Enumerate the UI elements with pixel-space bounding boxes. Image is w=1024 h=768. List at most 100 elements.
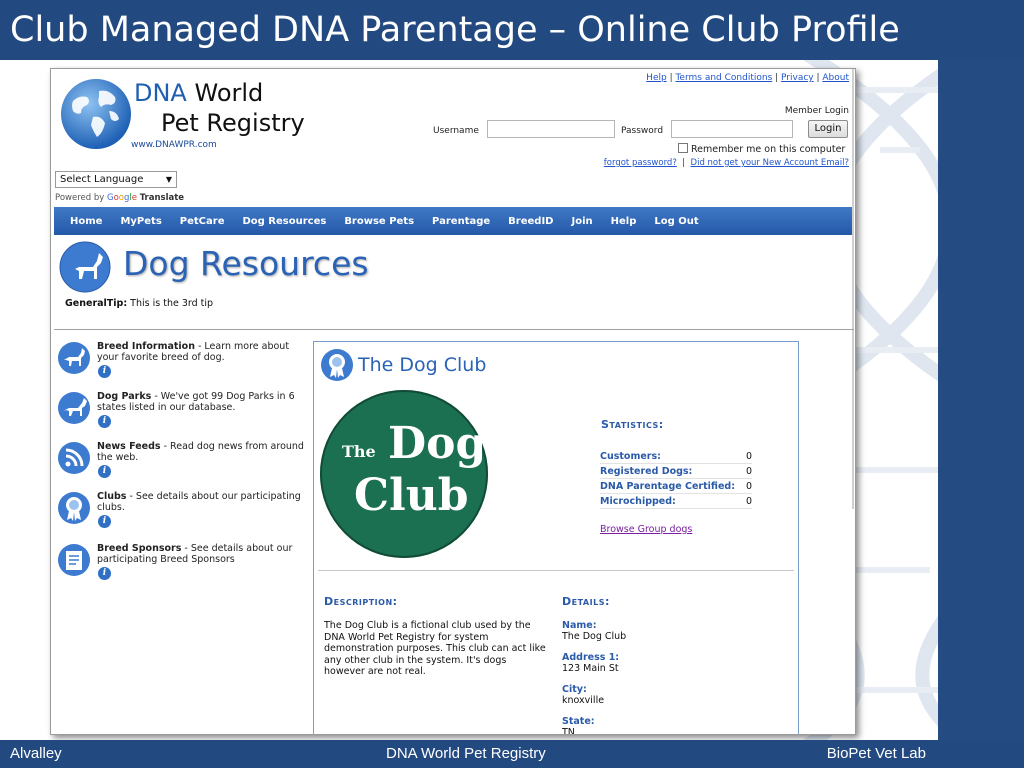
stat-value: 0 <box>745 451 752 462</box>
nav-join[interactable]: Join <box>571 216 592 227</box>
resource-news-feeds: News Feeds - Read dog news from around t… <box>57 441 305 491</box>
resource-dog-parks: Dog Parks - We've got 99 Dog Parks in 6 … <box>57 391 305 441</box>
logo-world-word: World <box>194 79 264 107</box>
stat-row: Customers: 0 <box>600 449 752 464</box>
scrollbar-track[interactable] <box>852 69 854 509</box>
footer-right: BioPet Vet Lab <box>826 745 926 762</box>
divider <box>318 570 794 571</box>
username-label: Username <box>433 126 479 136</box>
resource-link[interactable]: Breed Sponsors <box>97 543 181 554</box>
powered-by-google-translate: Powered by Google Translate <box>55 193 184 203</box>
nav-help[interactable]: Help <box>611 216 637 227</box>
tip-label: GeneralTip: <box>65 298 128 309</box>
club-details: Name: The Dog Club Address 1: 123 Main S… <box>562 620 762 734</box>
remember-me-label: Remember me on this computer <box>691 144 846 155</box>
no-account-email-link[interactable]: Did not get your New Account Email? <box>691 158 849 168</box>
rss-feed-icon <box>58 442 90 474</box>
detail-label: Name: <box>562 620 597 631</box>
powered-by-label: Powered by <box>55 193 105 203</box>
google-logo: Google <box>106 193 137 203</box>
stat-row: Microchipped: 0 <box>600 494 752 509</box>
ribbon-icon <box>58 492 90 524</box>
resource-desc: - See details about our participating cl… <box>97 491 301 513</box>
detail-value: knoxville <box>562 695 605 706</box>
statistics-table: Customers: 0 Registered Dogs: 0 DNA Parent… <box>600 449 752 509</box>
resource-link[interactable]: Clubs <box>97 491 126 502</box>
top-links: Help | Terms and Conditions | Privacy | … <box>646 73 849 83</box>
nav-breedid[interactable]: BreedID <box>508 216 553 227</box>
dropdown-arrow-icon: ▼ <box>165 175 172 184</box>
sponsor-certificate-icon <box>58 544 90 576</box>
terms-link[interactable]: Terms and Conditions <box>675 73 772 83</box>
stat-row: Registered Dogs: 0 <box>600 464 752 479</box>
resource-clubs: Clubs - See details about our participat… <box>57 491 305 541</box>
login-button[interactable]: Login <box>808 120 848 138</box>
nav-log-out[interactable]: Log Out <box>654 216 698 227</box>
detail-label: City: <box>562 684 587 695</box>
resource-text: News Feeds - Read dog news from around t… <box>97 441 307 463</box>
info-icon[interactable]: i <box>98 365 111 378</box>
resource-text: Breed Information - Learn more about you… <box>97 341 307 363</box>
detail-value: The Dog Club <box>562 631 627 642</box>
password-label: Password <box>621 126 664 136</box>
password-input[interactable] <box>671 120 793 138</box>
member-login-heading: Member Login <box>784 106 849 116</box>
dog-park-icon <box>58 392 90 424</box>
info-icon[interactable]: i <box>98 515 111 528</box>
nav-parentage[interactable]: Parentage <box>432 216 490 227</box>
club-logo-text: Club <box>354 470 469 521</box>
main-nav: Home MyPets PetCare Dog Resources Browse… <box>54 207 852 235</box>
browse-group-dogs-link[interactable]: Browse Group dogs <box>600 524 692 535</box>
info-icon[interactable]: i <box>98 415 111 428</box>
resource-breed-information: Breed Information - Learn more about you… <box>57 341 305 391</box>
resource-link[interactable]: Breed Information <box>97 341 195 352</box>
remember-me[interactable]: Remember me on this computer <box>678 143 845 155</box>
resource-link[interactable]: Dog Parks <box>97 391 151 402</box>
nav-petcare[interactable]: PetCare <box>180 216 225 227</box>
info-icon[interactable]: i <box>98 465 111 478</box>
stat-value: 0 <box>745 481 752 492</box>
nav-home[interactable]: Home <box>70 216 102 227</box>
nav-browse-pets[interactable]: Browse Pets <box>344 216 414 227</box>
stat-label: Microchipped: <box>600 496 676 507</box>
stat-label: Customers: <box>600 451 661 462</box>
divider <box>54 329 854 330</box>
nav-mypets[interactable]: MyPets <box>120 216 161 227</box>
club-logo: The Dog Club <box>320 390 488 558</box>
language-select-value: Select Language <box>60 174 144 185</box>
username-input[interactable] <box>487 120 615 138</box>
slide-right-band <box>938 60 1024 740</box>
logo-dna-word: DNA <box>134 79 187 107</box>
stat-row: DNA Parentage Certified: 0 <box>600 479 752 494</box>
club-profile-panel: The Dog Club The Dog Club Statistics: Cu… <box>313 341 799 734</box>
detail-value: 123 Main St <box>562 663 619 674</box>
detail-label: Address 1: <box>562 652 620 663</box>
info-icon[interactable]: i <box>98 567 111 580</box>
club-title: The Dog Club <box>358 354 487 376</box>
forgot-password-link[interactable]: forgot password? <box>604 158 677 168</box>
slide-footer: Alvalley DNA World Pet Registry BioPet V… <box>0 740 1024 768</box>
resource-text: Clubs - See details about our participat… <box>97 491 307 513</box>
dog-icon <box>59 241 111 293</box>
resource-breed-sponsors: Breed Sponsors - See details about our p… <box>57 543 305 593</box>
globe-logo-icon <box>61 79 131 149</box>
page-title: Dog Resources <box>123 244 369 283</box>
slide-title: Club Managed DNA Parentage – Online Club… <box>0 0 1024 60</box>
language-select[interactable]: Select Language ▼ <box>55 171 177 188</box>
site-logo-line1: DNA World <box>134 79 263 107</box>
about-link[interactable]: About <box>822 73 849 83</box>
login-help-links: forgot password? | Did not get your New … <box>604 158 849 168</box>
resource-link[interactable]: News Feeds <box>97 441 161 452</box>
privacy-link[interactable]: Privacy <box>781 73 814 83</box>
statistics-heading: Statistics: <box>601 418 664 431</box>
footer-center: DNA World Pet Registry <box>386 745 546 762</box>
stat-label: Registered Dogs: <box>600 466 693 477</box>
ribbon-icon <box>321 349 353 381</box>
help-link[interactable]: Help <box>646 73 667 83</box>
stat-value: 0 <box>745 496 752 507</box>
tip-text: This is the 3rd tip <box>130 298 214 309</box>
detail-label: State: <box>562 716 595 727</box>
remember-me-checkbox[interactable] <box>678 143 688 153</box>
nav-dog-resources[interactable]: Dog Resources <box>242 216 326 227</box>
general-tip: GeneralTip: This is the 3rd tip <box>65 298 213 309</box>
